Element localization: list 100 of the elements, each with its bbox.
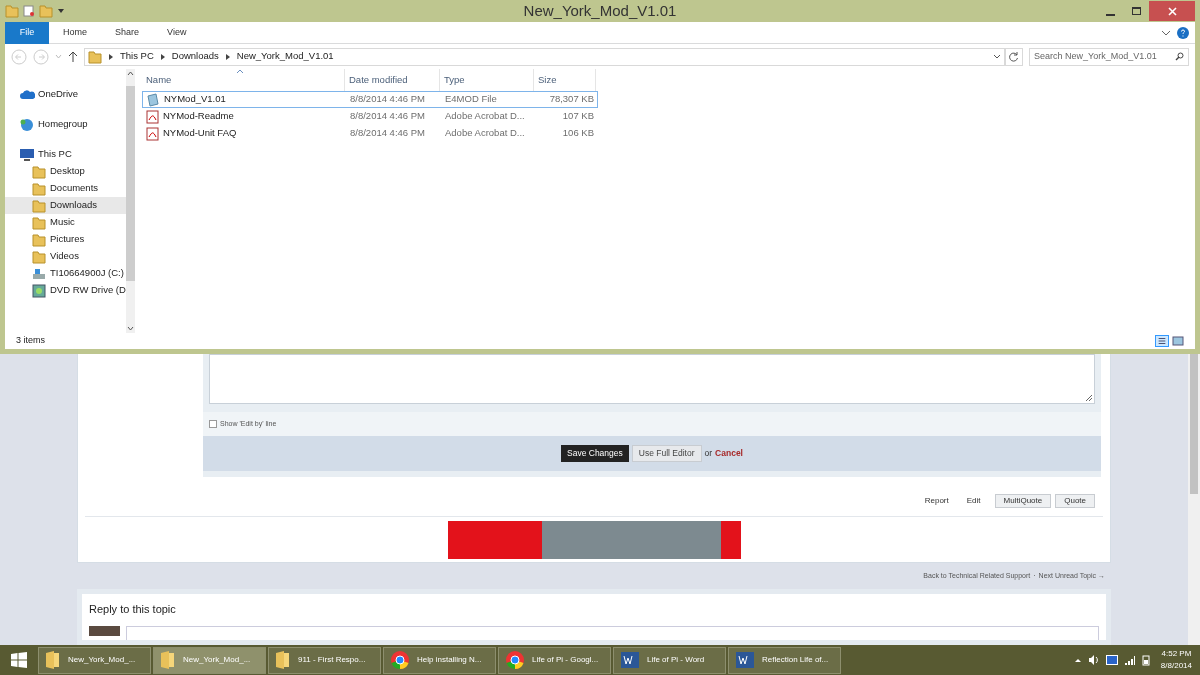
clock-date[interactable]: 8/8/2014 (1160, 660, 1192, 672)
up-arrow-icon[interactable] (68, 50, 78, 63)
refresh-icon (1009, 51, 1019, 62)
new-folder-icon (39, 4, 53, 18)
word-document-icon (735, 650, 755, 670)
taskbar-button[interactable]: Reflection Life of... (728, 646, 841, 674)
chevron-down-icon[interactable] (1161, 28, 1171, 37)
cloud-icon (19, 89, 35, 100)
sidebar-item[interactable]: Music (5, 214, 126, 231)
column-header[interactable]: Name (142, 69, 345, 91)
sidebar-item[interactable]: Pictures (5, 231, 126, 248)
folder-icon (32, 215, 46, 230)
pdf-icon (146, 126, 159, 141)
folder-icon (32, 181, 46, 196)
sidebar-item[interactable]: Homegroup (5, 116, 126, 133)
address-bar[interactable]: This PC Downloads New_York_Mod_V1.01 (84, 47, 1005, 66)
date-cell-text: 8/8/2014 4:46 PM (349, 109, 426, 124)
post-action-link[interactable]: Edit (962, 495, 985, 507)
page-scrollbar[interactable] (1188, 354, 1200, 645)
file-name: NYMod-Readme (163, 109, 234, 124)
size-cell-text: 78,307 KB (548, 92, 595, 107)
avatar-placeholder (89, 625, 120, 636)
type-cell-text: Adobe Acrobat D... (444, 109, 526, 124)
dvd-drive-icon (32, 283, 46, 298)
column-header[interactable]: Type (440, 69, 534, 91)
reply-title: Reply to this topic (89, 602, 177, 617)
breadcrumb-item[interactable]: New_York_Mod_V1.01 (236, 49, 334, 64)
taskbar-button[interactable]: New_York_Mod_... (38, 646, 151, 674)
cancel-link[interactable]: Cancel (715, 447, 743, 460)
file-row[interactable]: NYMod_V1.01 8/8/2014 4:46 PM E4MOD File 78,307 KB (142, 91, 598, 108)
details-view-icon[interactable] (1155, 335, 1169, 347)
post-action-button[interactable]: MultiQuote (994, 494, 1052, 508)
date-cell-text: 8/8/2014 4:46 PM (349, 92, 426, 107)
sidebar-item[interactable]: Documents (5, 180, 126, 197)
taskbar-button[interactable]: Help installing N... (383, 646, 496, 674)
help-icon[interactable] (1177, 26, 1189, 39)
folder-icon (32, 164, 46, 179)
folder-icon (5, 4, 19, 18)
large-icons-view-icon[interactable] (1172, 336, 1184, 346)
caret-up-icon[interactable] (1074, 658, 1081, 662)
scrollbar[interactable] (125, 69, 135, 333)
ribbon-tab[interactable]: Home (49, 21, 101, 44)
sidebar-item[interactable]: Downloads (5, 197, 126, 214)
homegroup-icon (19, 117, 35, 132)
resize-handle-icon[interactable] (1085, 394, 1092, 401)
pdf-icon (146, 109, 159, 124)
folder-icon (160, 650, 176, 670)
taskbar-button[interactable]: Life of Pi - Word (613, 646, 726, 674)
post-action-link[interactable]: Report (920, 495, 953, 507)
sidebar-item[interactable]: Videos (5, 248, 126, 265)
column-header[interactable]: Size (534, 69, 596, 91)
taskbar-button[interactable]: 911 - First Respo... (268, 646, 381, 674)
breadcrumb-item[interactable]: This PC (120, 49, 154, 64)
chevron-right-icon (160, 53, 165, 60)
size-cell-text: 106 KB (561, 126, 595, 141)
status-text: 3 items (16, 334, 45, 348)
clock-time[interactable]: 4:52 PM (1161, 648, 1192, 660)
breadcrumb-item[interactable]: Downloads (171, 49, 219, 64)
taskbar-button[interactable]: Life of Pi - Googl... (498, 646, 611, 674)
folder-icon (32, 249, 46, 264)
search-field[interactable]: Search New_York_Mod_V1.01 (1029, 47, 1189, 66)
checkbox[interactable] (209, 420, 217, 428)
word-document-icon (620, 650, 640, 670)
sidebar-item[interactable]: Desktop (5, 163, 126, 180)
chevron-up-icon (126, 71, 134, 76)
or-text: or (704, 447, 713, 460)
column-header[interactable]: Date modified (345, 69, 440, 91)
sidebar-item[interactable]: TI10664900J (C:) (5, 265, 126, 282)
search-icon (1175, 52, 1184, 61)
file-name: NYMod-Unit FAQ (163, 126, 237, 141)
battery-icon[interactable] (1141, 654, 1150, 666)
chevron-down-icon[interactable] (993, 53, 1001, 60)
folder-icon (88, 49, 102, 64)
file-icon (146, 92, 160, 107)
save-changes-button[interactable]: Save Changes (561, 445, 629, 462)
ribbon-tab[interactable]: View (153, 21, 201, 44)
ribbon-tab[interactable]: File (5, 21, 49, 44)
use-full-editor-button[interactable]: Use Full Editor (631, 445, 702, 462)
post-action-button[interactable]: Quote (1055, 494, 1095, 508)
caret-icon[interactable] (57, 8, 65, 14)
file-row[interactable]: NYMod-Unit FAQ 8/8/2014 4:46 PM Adobe Acrobat D... 106 KB (142, 125, 598, 142)
windows-logo-icon (11, 652, 27, 668)
computer-icon (19, 148, 35, 161)
file-row[interactable]: NYMod-Readme 8/8/2014 4:46 PM Adobe Acrobat D... 107 KB (142, 108, 598, 125)
sidebar-item[interactable]: This PC (5, 146, 126, 163)
size-cell-text: 107 KB (561, 109, 595, 124)
speaker-icon[interactable] (1087, 655, 1099, 665)
type-cell-text: E4MOD File (444, 92, 498, 107)
signal-bars-icon[interactable] (1124, 655, 1135, 665)
folder-icon (275, 650, 291, 670)
properties-icon (23, 5, 35, 17)
window-title: New_York_Mod_V1.01 (522, 0, 678, 21)
folder-icon (32, 198, 46, 213)
ribbon-tab[interactable]: Share (101, 21, 154, 44)
chevron-right-icon (225, 53, 230, 60)
sidebar-item[interactable]: OneDrive (5, 86, 126, 103)
sidebar-item[interactable]: DVD RW Drive (D (5, 282, 126, 299)
date-cell-text: 8/8/2014 4:46 PM (349, 126, 426, 141)
refresh-button[interactable] (1005, 47, 1023, 66)
browser-icon (505, 650, 525, 670)
